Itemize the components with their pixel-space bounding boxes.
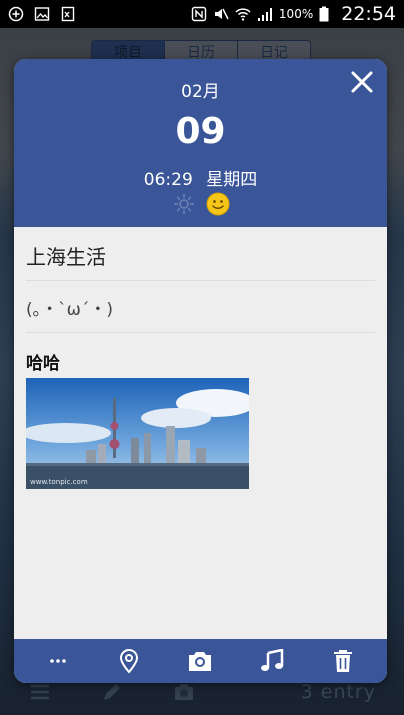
mute-icon xyxy=(214,8,229,20)
clock: 22:54 xyxy=(341,3,396,25)
photo-watermark: www.tonpic.com xyxy=(30,478,88,486)
wifi-icon xyxy=(235,8,251,21)
location-button[interactable] xyxy=(109,641,149,681)
entry-detail-dialog: 02月 09 06:29 星期四 上海生活 (｡・`ω´・) 哈哈 www.to… xyxy=(14,59,387,683)
music-button[interactable] xyxy=(252,641,292,681)
trash-icon xyxy=(334,650,353,672)
smiley-icon[interactable] xyxy=(206,192,230,216)
camera-button[interactable] xyxy=(180,641,220,681)
entry-count: 3 entry xyxy=(300,681,376,703)
entry-note: 哈哈 xyxy=(26,354,60,374)
delete-button[interactable] xyxy=(323,641,363,681)
image-icon xyxy=(34,7,50,21)
music-icon xyxy=(260,649,284,671)
menu-icon xyxy=(31,684,49,700)
sun-icon[interactable] xyxy=(172,192,196,216)
entry-mood-text: (｡・`ω´・) xyxy=(26,281,375,333)
pencil-icon xyxy=(104,684,120,700)
camera-icon xyxy=(175,684,193,700)
more-button[interactable] xyxy=(38,641,78,681)
signal-icon xyxy=(257,8,272,21)
entry-day: 09 xyxy=(175,111,226,152)
dialog-toolbar xyxy=(14,639,387,683)
dialog-body: 上海生活 (｡・`ω´・) 哈哈 www.tonpic.com xyxy=(14,227,387,489)
entry-title: 上海生活 xyxy=(26,227,375,281)
entry-photo[interactable]: www.tonpic.com xyxy=(26,378,249,489)
entry-time-weekday: 06:29 星期四 xyxy=(14,165,387,190)
status-bar: 100% 22:54 xyxy=(0,0,404,28)
weather-mood-row xyxy=(14,192,387,216)
document-icon xyxy=(61,6,75,22)
entry-time: 06:29 xyxy=(143,170,193,190)
battery-icon xyxy=(319,6,329,22)
more-icon xyxy=(49,659,66,663)
battery-percentage: 100% xyxy=(278,7,314,21)
entry-weekday: 星期四 xyxy=(206,170,258,190)
entry-month: 02月 xyxy=(181,82,220,102)
dialog-header: 02月 09 06:29 星期四 xyxy=(14,59,387,227)
location-icon xyxy=(120,649,139,674)
nfc-icon xyxy=(191,6,207,22)
add-circle-icon xyxy=(8,6,24,22)
camera-icon xyxy=(189,652,212,671)
